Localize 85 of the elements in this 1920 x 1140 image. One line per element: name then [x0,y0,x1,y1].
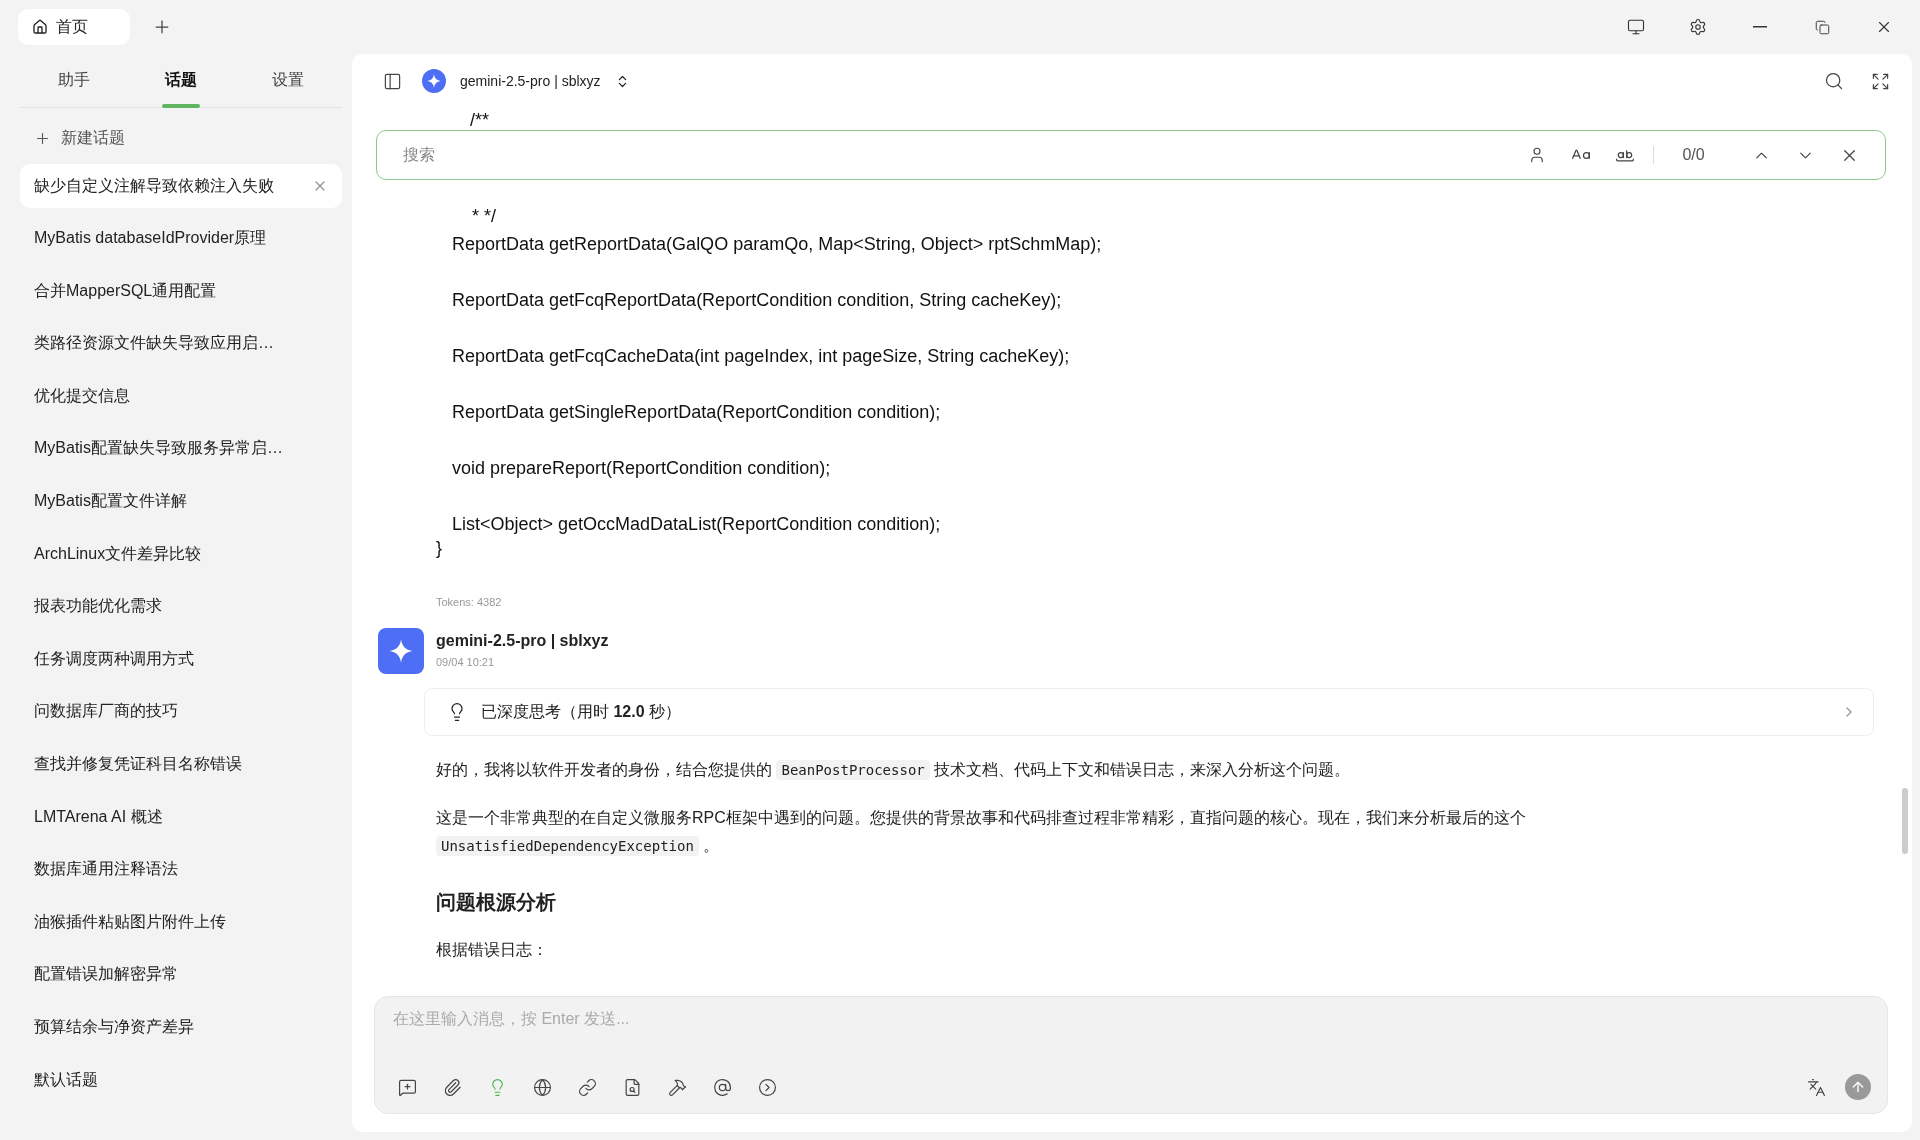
topic-item[interactable]: 报表功能优化需求 [20,584,342,629]
scrollbar-thumb[interactable] [1902,788,1908,854]
monitor-icon [1627,18,1645,36]
new-topic-icon [397,1077,417,1097]
code-line: } [436,537,443,560]
topic-item[interactable]: 缺少自定义注解导致依赖注入失败 [20,164,342,208]
topic-title: ArchLinux文件差异比较 [34,543,202,564]
topic-title: MyBatis databaseIdProvider原理 [34,228,267,249]
search-icon [1824,71,1844,91]
message-input[interactable]: 在这里输入消息，按 Enter 发送... [391,1009,1871,1029]
code-line: ReportData getFcqCacheData(int pageIndex, int pageSize, String cacheKey); [451,345,1071,368]
globe-icon [532,1077,552,1097]
section-heading: 问题根源分析 [436,890,557,915]
user-icon [1528,146,1546,164]
topic-item[interactable]: 任务调度两种调用方式 [20,637,342,682]
code-line: void prepareReport(ReportCondition condition); [451,457,832,480]
paperclip-icon [442,1077,462,1097]
panel-left-icon [382,71,402,91]
message-paragraph: 这是一个非常典型的在自定义微服务RPC框架中遇到的问题。您提供的背景故事和代码排查过程非常精彩，直指问题的核心。现在，我们来分析最后的这个 UnsatisfiedDependencyException 。 [436,808,1527,858]
home-tab[interactable]: 首页 [18,9,130,45]
topic-item[interactable]: 配置错误加解密异常 [20,952,342,997]
sidebar-tab[interactable]: 设置 [234,54,342,107]
settings-icon [1689,18,1707,36]
home-icon [32,19,48,35]
star-logo-icon [422,69,446,93]
find-bar[interactable]: 搜索 0/0 [376,130,1886,180]
topic-item[interactable]: MyBatis配置缺失导致服务异常启… [20,426,342,471]
thinking-panel[interactable]: 已深度思考（用时 12.0 秒） [424,688,1874,736]
topic-item[interactable]: 查找并修复凭证科目名称错误 [20,742,342,787]
topic-title: LMTArena AI 概述 [34,806,163,827]
topic-item[interactable]: 数据库通用注释语法 [20,847,342,892]
translate-icon [1806,1077,1826,1097]
topic-title: 配置错误加解密异常 [34,964,178,985]
author-name: gemini-2.5-pro | sblxyz [436,632,609,650]
topic-title: 查找并修复凭证科目名称错误 [34,754,242,775]
message-time: 09/04 10:21 [436,656,496,668]
model-name: gemini-2.5-pro | sblxyz [460,73,601,89]
find-input[interactable]: 搜索 [401,145,1509,165]
topic-item[interactable]: 问数据库厂商的技巧 [20,689,342,734]
topic-title: 油猴插件粘贴图片附件上传 [34,911,226,932]
message-paragraph: 根据错误日志： [436,940,549,960]
topic-item[interactable]: MyBatis databaseIdProvider原理 [20,216,342,261]
token-count: Tokens: 4382 [436,596,503,608]
topic-title: 缺少自定义注解导致依赖注入失败 [34,175,274,196]
new-topic-button[interactable]: 新建话题 [20,112,342,164]
code-line: /** [469,109,490,132]
thinking-label: 已深度思考（用时 12.0 秒） [481,701,682,722]
topic-item[interactable]: MyBatis配置文件详解 [20,479,342,524]
star-avatar-icon [378,628,424,674]
link-icon [577,1077,597,1097]
hammer-icon [667,1077,687,1097]
topic-title: 预算结余与净资产差异 [34,1017,194,1037]
message-paragraph: 好的，我将以软件开发者的身份，结合您提供的 BeanPostProcessor 技术文档、代码上下文和错误日志，来深入分析这个问题。 [436,759,1352,782]
topic-item[interactable]: 类路径资源文件缺失导致应用启… [20,321,342,366]
topic-title: 类路径资源文件缺失导致应用启… [34,333,274,354]
topic-title: 默认话题 [34,1069,98,1090]
code-line: * */ [471,205,497,228]
topic-item[interactable]: ArchLinux文件差异比较 [20,532,342,577]
topic-title: 问数据库厂商的技巧 [34,701,178,722]
sidebar-tab[interactable]: 助手 [20,54,128,107]
topic-item[interactable]: 油猴插件粘贴图片附件上传 [20,900,342,945]
topic-title: MyBatis配置文件详解 [34,491,187,512]
code-line: ReportData getSingleReportData(ReportCondition condition); [451,401,942,424]
topic-title: 优化提交信息 [34,385,130,406]
topic-title: 数据库通用注释语法 [34,859,178,880]
code-line: ReportData getReportData(GalQO paramQo, Map<String, Object> rptSchmMap); [451,233,1103,256]
topic-item[interactable]: 合并MapperSQL通用配置 [20,269,342,314]
topic-title: 报表功能优化需求 [34,596,162,617]
topic-item[interactable]: 优化提交信息 [20,374,342,419]
minimize-icon [1753,26,1767,28]
topic-title: 任务调度两种调用方式 [34,648,194,669]
sidebar-tab[interactable]: 话题 [127,54,235,107]
topic-title: MyBatis配置缺失导致服务异常启… [34,438,283,459]
topic-title: 合并MapperSQL通用配置 [34,280,217,301]
topic-item[interactable]: 预算结余与净资产差异 [20,1005,342,1050]
code-line: ReportData getFcqReportData(ReportCondition condition, String cacheKey); [451,289,1063,312]
expand-icon [1870,71,1890,91]
restore-icon [1814,19,1830,35]
at-sign-icon [712,1077,732,1097]
chevron-circle-icon [757,1077,777,1097]
send-button[interactable] [1845,1074,1871,1100]
topic-item[interactable]: LMTArena AI 概述 [20,795,342,840]
match-count: 0/0 [1653,146,1733,164]
topic-item[interactable]: 默认话题 [20,1058,342,1103]
code-line: List<Object> getOccMadDataList(ReportCondition condition); [451,513,942,536]
